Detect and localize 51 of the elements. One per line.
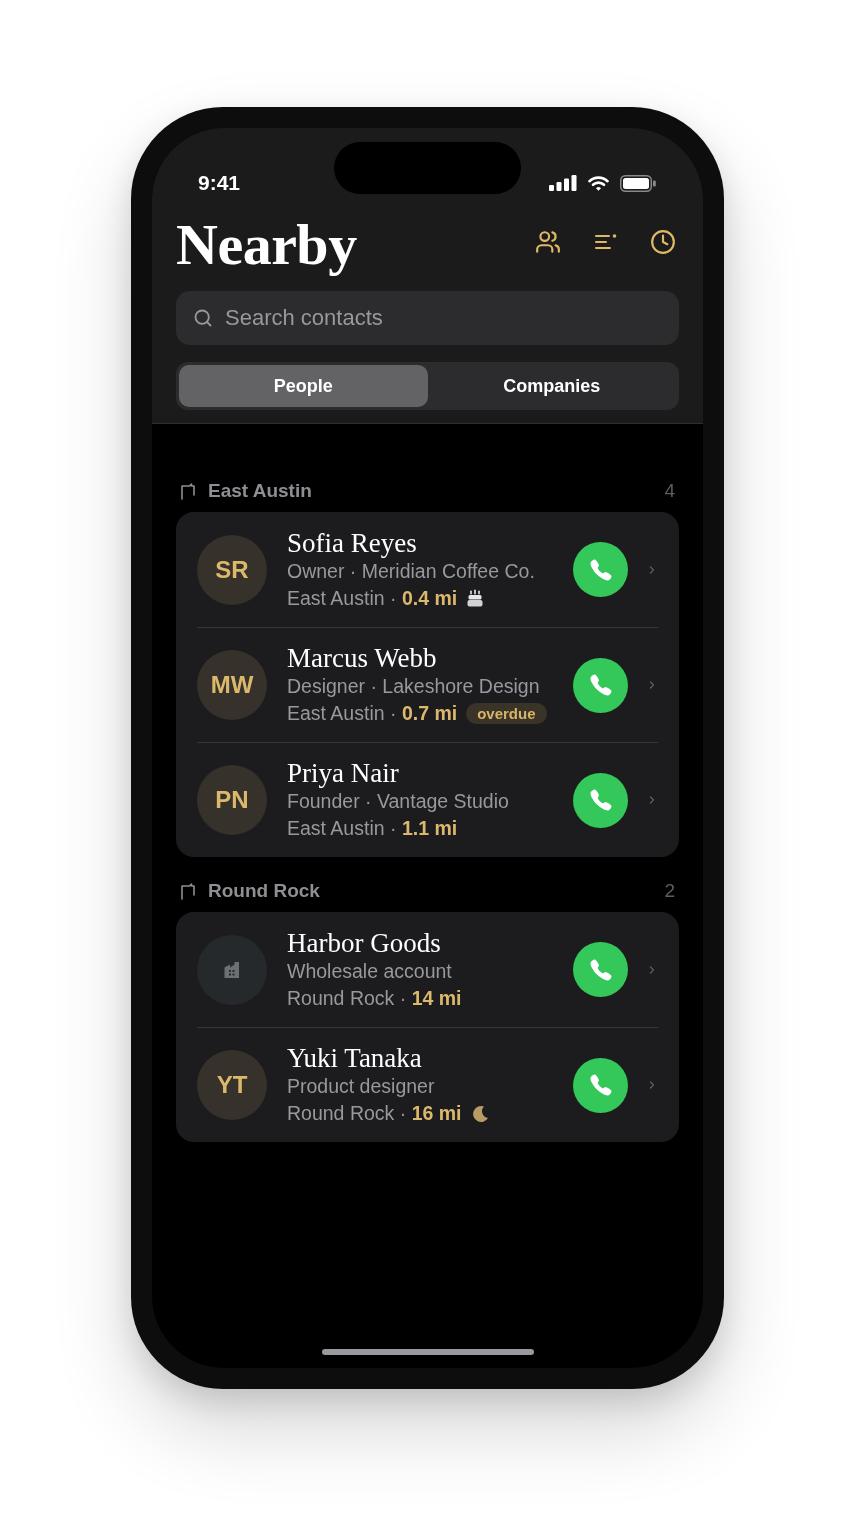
cake-icon bbox=[466, 589, 485, 607]
contact-location: East Austin · 1.1 mi bbox=[287, 816, 458, 841]
contact-name: Sofia Reyes bbox=[287, 527, 418, 558]
contact-subtitle: Wholesale account bbox=[287, 958, 453, 984]
status-badge: overdue bbox=[466, 703, 547, 724]
contact-subtitle: Product designer bbox=[287, 1074, 436, 1099]
avatar: MW bbox=[197, 650, 267, 720]
contact-subtitle: Owner · Meridian Coffee Co. bbox=[287, 558, 536, 584]
contact-name: Priya Nair bbox=[287, 758, 400, 788]
phone-icon bbox=[588, 557, 613, 582]
list-icon bbox=[593, 232, 618, 252]
contact-subtitle: Founder · Vantage Studio bbox=[287, 789, 510, 814]
flag-icon bbox=[180, 482, 196, 500]
flag-icon bbox=[180, 882, 196, 900]
contact-location: East Austin · 0.4 mi bbox=[287, 585, 458, 611]
battery-icon bbox=[620, 174, 656, 192]
section-count: 2 bbox=[664, 880, 675, 902]
phone-icon bbox=[588, 957, 613, 982]
search-field[interactable]: Search contacts bbox=[176, 291, 679, 345]
phone-icon bbox=[588, 673, 613, 697]
avatar: YT bbox=[197, 1050, 267, 1120]
contact-subtitle: Designer · Lakeshore Design bbox=[287, 674, 541, 699]
phone-icon bbox=[588, 788, 613, 812]
contact-name: Yuki Tanaka bbox=[287, 1043, 423, 1073]
avatar: PN bbox=[197, 765, 267, 835]
section-count: 4 bbox=[664, 480, 675, 502]
call-button[interactable] bbox=[573, 657, 628, 713]
call-button[interactable] bbox=[573, 772, 628, 828]
phone-icon bbox=[588, 1073, 613, 1097]
search-icon bbox=[193, 308, 213, 328]
signal-icon bbox=[549, 175, 577, 191]
page-title: Nearby bbox=[176, 216, 357, 274]
building-icon bbox=[222, 959, 242, 980]
avatar: SR bbox=[197, 534, 267, 605]
call-button[interactable] bbox=[573, 942, 628, 997]
contact-name: Harbor Goods bbox=[287, 927, 442, 958]
wifi-icon bbox=[588, 175, 609, 191]
contact-name: Marcus Webb bbox=[287, 643, 438, 673]
people-icon bbox=[535, 229, 561, 255]
call-button[interactable] bbox=[573, 1057, 628, 1113]
clock-icon bbox=[650, 229, 676, 255]
call-button[interactable] bbox=[573, 542, 628, 597]
section-title: Round Rock bbox=[208, 880, 321, 902]
contact-location: East Austin · 0.7 mi bbox=[287, 701, 458, 726]
section-title: East Austin bbox=[208, 480, 313, 502]
status-time: 9:41 bbox=[198, 171, 241, 195]
moon-icon bbox=[470, 1104, 489, 1123]
contact-location: Round Rock · 14 mi bbox=[287, 985, 462, 1011]
segment-tab[interactable]: Companies bbox=[427, 365, 676, 407]
segment-tab[interactable]: People bbox=[179, 365, 428, 407]
contact-location: Round Rock · 16 mi bbox=[287, 1101, 462, 1126]
